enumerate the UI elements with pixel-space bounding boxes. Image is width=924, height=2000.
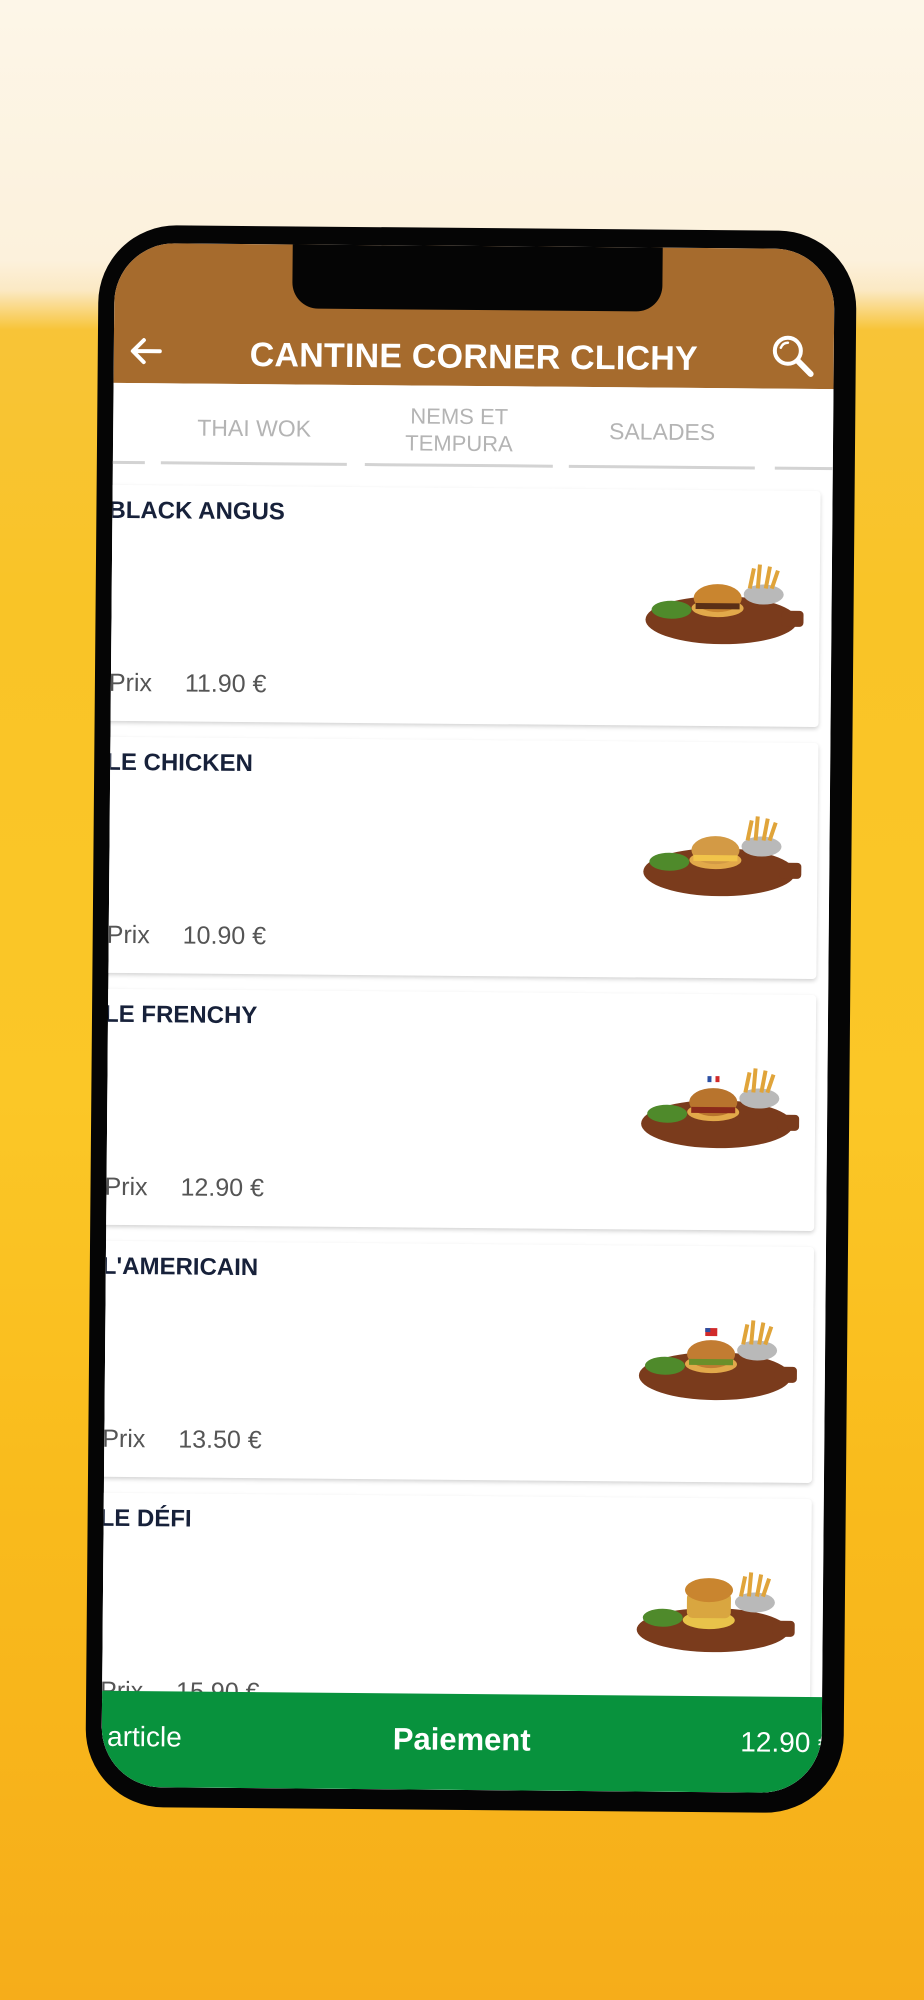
product-card[interactable]: L'AMERICAIN Prix 13.50 €: [101, 1240, 815, 1483]
product-name: L'AMERICAIN: [101, 1252, 259, 1282]
burger-plate-image: [638, 1320, 797, 1401]
burger-plate-image: [641, 1068, 800, 1149]
burger-plate-image: [645, 564, 804, 645]
tab-salades[interactable]: SALADES: [568, 396, 756, 470]
burger-plate-image: [636, 1572, 795, 1653]
price-label: Prix: [108, 668, 153, 698]
phone-notch: [292, 244, 663, 312]
payment-button[interactable]: Paiement: [102, 1719, 822, 1761]
product-name: BLACK ANGUS: [108, 496, 285, 526]
search-icon: [772, 335, 814, 377]
product-price: 13.50 €: [178, 1425, 262, 1455]
price-label: Prix: [106, 920, 150, 950]
category-tabs: THAI WOK NEMS ET TEMPURA SALADES: [101, 382, 835, 486]
product-price: 12.90 €: [180, 1173, 265, 1203]
product-name: LE CHICKEN: [106, 748, 254, 778]
page-title: CANTINE CORNER CLICHY: [249, 336, 698, 378]
tab-thai-wok[interactable]: THAI WOK: [160, 393, 348, 466]
product-name: LE FRENCHY: [103, 1000, 258, 1030]
search-button[interactable]: [770, 333, 816, 379]
phone-frame: CANTINE CORNER CLICHY THAI WOK NEMS ET T…: [85, 224, 857, 1814]
tab-next[interactable]: [774, 398, 835, 472]
app-screen: CANTINE CORNER CLICHY THAI WOK NEMS ET T…: [101, 242, 835, 1794]
burger-plate-image: [643, 816, 802, 897]
product-card[interactable]: BLACK ANGUS Prix 11.90 €: [101, 484, 821, 728]
product-list: BLACK ANGUS Prix 11.90 € LE CHICKEN Prix…: [101, 478, 833, 1794]
price-label: Prix: [102, 1424, 146, 1454]
tab-previous[interactable]: [101, 391, 146, 465]
product-name: LE DÉFI: [101, 1504, 192, 1533]
price-label: Prix: [104, 1172, 148, 1202]
product-card[interactable]: LE FRENCHY Prix 12.90 €: [101, 988, 817, 1232]
tab-nems-et-tempura[interactable]: NEMS ET TEMPURA: [364, 395, 554, 468]
cart-total: 12.90 €: [740, 1726, 834, 1759]
product-card[interactable]: LE CHICKEN Prix 10.90 €: [101, 736, 819, 980]
product-price: 11.90 €: [184, 669, 267, 699]
product-price: 10.90 €: [182, 921, 267, 951]
checkout-bar[interactable]: 1 article Paiement 12.90 €: [101, 1690, 834, 1794]
